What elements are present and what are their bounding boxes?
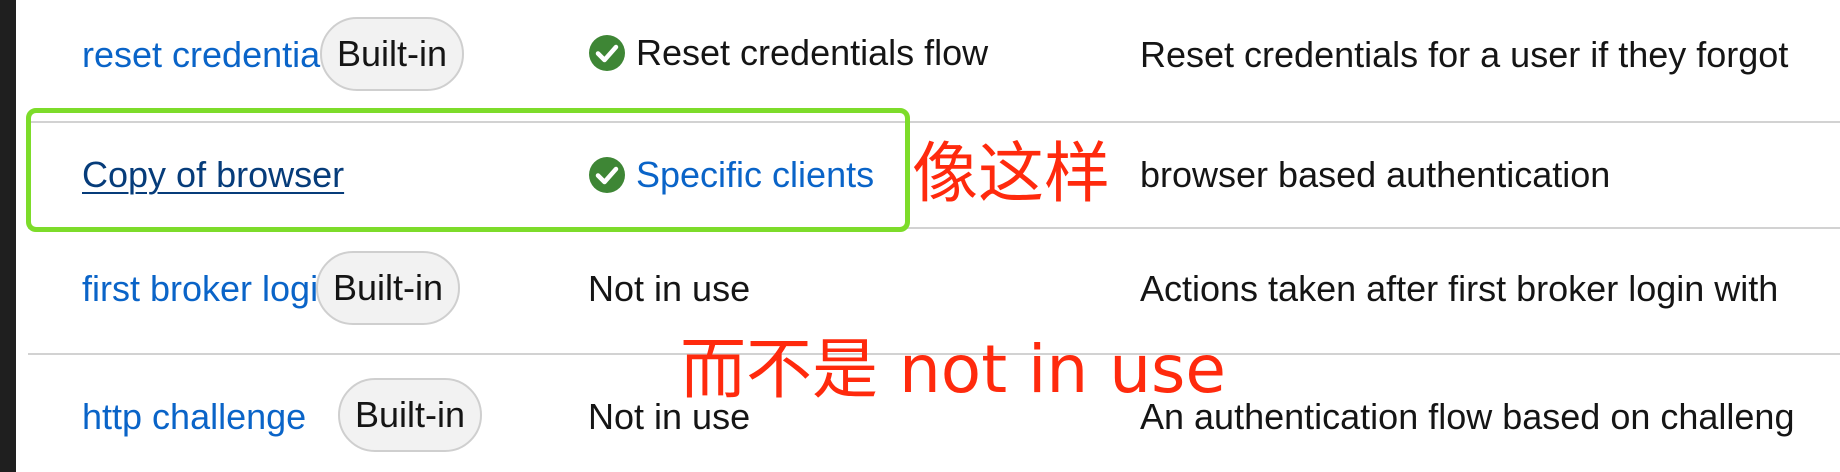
flow-name-link[interactable]: reset credentials — [82, 34, 346, 76]
flow-description: An authentication flow based on challeng — [1140, 396, 1795, 437]
built-in-badge: Built-in — [316, 251, 460, 325]
flow-description: Actions taken after first broker login w… — [1140, 268, 1779, 309]
used-by-text: Not in use — [588, 268, 751, 309]
flow-name-link[interactable]: http challenge — [82, 396, 306, 438]
table-row: reset credentials Built-in Reset credent… — [16, 0, 1840, 122]
used-by-cell: Reset credentials flow — [588, 32, 988, 74]
built-in-badge: Built-in — [320, 17, 464, 91]
left-sidebar-edge — [0, 0, 16, 472]
annotation-like-this: 像这样 — [912, 135, 1110, 212]
used-by-text: Reset credentials flow — [636, 32, 989, 73]
annotation-not-not-in-use: 而不是 not in use — [680, 331, 1227, 408]
highlight-box — [26, 108, 910, 232]
check-circle-icon — [589, 35, 625, 71]
used-by-cell: Not in use — [588, 268, 750, 310]
flow-description: browser based authentication — [1140, 154, 1611, 195]
flow-description: Reset credentials for a user if they for… — [1140, 34, 1789, 75]
built-in-badge: Built-in — [338, 378, 482, 452]
flow-name-link[interactable]: first broker login — [82, 268, 338, 310]
